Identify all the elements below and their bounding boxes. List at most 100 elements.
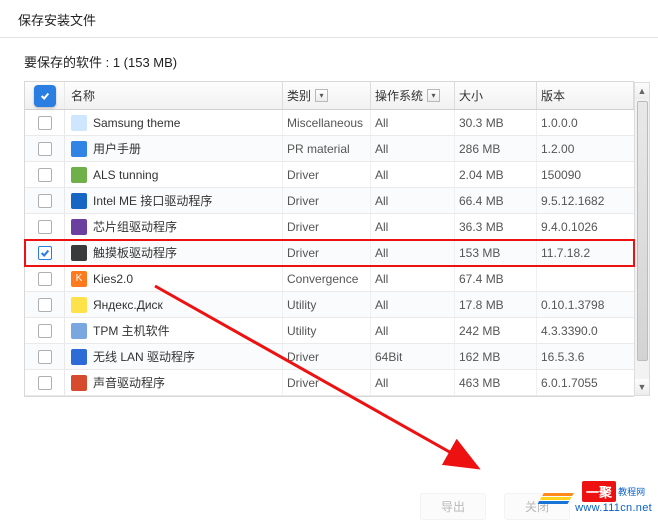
row-checkbox-cell[interactable] <box>25 214 65 239</box>
row-checkbox[interactable] <box>38 298 52 312</box>
cell-size: 66.4 MB <box>455 188 537 213</box>
cell-name: 触摸板驱动程序 <box>65 240 283 265</box>
cell-os: All <box>371 370 455 395</box>
row-checkbox[interactable] <box>38 350 52 364</box>
cell-category: Utility <box>283 318 371 343</box>
row-checkbox-cell[interactable] <box>25 240 65 265</box>
vertical-scrollbar[interactable]: ▲ ▼ <box>634 82 650 396</box>
watermark-url: www.111cn.net <box>575 502 652 514</box>
cell-os: 64Bit <box>371 344 455 369</box>
chevron-down-icon[interactable]: ▾ <box>315 89 328 102</box>
app-icon: K <box>71 271 87 287</box>
watermark-brand-suffix: 教程网 <box>618 485 645 498</box>
scroll-up-button[interactable]: ▲ <box>635 83 649 99</box>
header-os[interactable]: 操作系统 ▾ <box>371 82 455 109</box>
table-row[interactable]: 触摸板驱动程序DriverAll153 MB11.7.18.2 <box>25 240 634 266</box>
row-checkbox[interactable] <box>38 168 52 182</box>
app-icon <box>71 375 87 391</box>
scroll-thumb[interactable] <box>637 101 648 361</box>
header-name[interactable]: 名称 <box>65 82 283 109</box>
header-checkbox-cell[interactable] <box>25 82 65 109</box>
cell-category: Driver <box>283 344 371 369</box>
row-checkbox-cell[interactable] <box>25 110 65 135</box>
cell-category: Driver <box>283 240 371 265</box>
app-icon <box>71 141 87 157</box>
cell-name-text: TPM 主机软件 <box>93 322 170 339</box>
app-icon <box>71 245 87 261</box>
header-os-label: 操作系统 <box>375 87 423 104</box>
cell-category: Utility <box>283 292 371 317</box>
cell-os: All <box>371 214 455 239</box>
header-category[interactable]: 类别 ▾ <box>283 82 371 109</box>
subheader-summary: 要保存的软件 : 1 (153 MB) <box>0 38 658 81</box>
header-version[interactable]: 版本 <box>537 82 634 109</box>
cell-name: 无线 LAN 驱动程序 <box>65 344 283 369</box>
cell-name: 用户手册 <box>65 136 283 161</box>
cell-version: 1.0.0.0 <box>537 110 634 135</box>
header-category-label: 类别 <box>287 87 311 104</box>
cell-os: All <box>371 162 455 187</box>
app-icon <box>71 219 87 235</box>
scroll-down-button[interactable]: ▼ <box>635 379 649 395</box>
cell-os: All <box>371 136 455 161</box>
app-icon <box>71 167 87 183</box>
select-all-checkbox[interactable] <box>34 85 56 107</box>
row-checkbox[interactable] <box>38 194 52 208</box>
cell-size: 242 MB <box>455 318 537 343</box>
row-checkbox[interactable] <box>38 220 52 234</box>
cell-name-text: Яндекс.Диск <box>93 298 163 312</box>
row-checkbox[interactable] <box>38 376 52 390</box>
table-row[interactable]: 芯片组驱动程序DriverAll36.3 MB9.4.0.1026 <box>25 214 634 240</box>
cell-name-text: Samsung theme <box>93 116 180 130</box>
table-row[interactable]: ALS tunningDriverAll2.04 MB150090 <box>25 162 634 188</box>
cell-category: Convergence <box>283 266 371 291</box>
window-title: 保存安装文件 <box>0 0 658 35</box>
row-checkbox[interactable] <box>38 116 52 130</box>
table-row[interactable]: Samsung themeMiscellaneousAll30.3 MB1.0.… <box>25 110 634 136</box>
cell-size: 2.04 MB <box>455 162 537 187</box>
row-checkbox-cell[interactable] <box>25 188 65 213</box>
table-row[interactable]: TPM 主机软件UtilityAll242 MB4.3.3390.0 <box>25 318 634 344</box>
cell-os: All <box>371 240 455 265</box>
cell-name-text: Kies2.0 <box>93 272 133 286</box>
watermark-brand: 一聚 <box>582 481 616 502</box>
row-checkbox-cell[interactable] <box>25 370 65 395</box>
row-checkbox-cell[interactable] <box>25 162 65 187</box>
cell-category: Driver <box>283 214 371 239</box>
app-icon <box>71 349 87 365</box>
table-row[interactable]: 声音驱动程序DriverAll463 MB6.0.1.7055 <box>25 370 634 396</box>
cell-os: All <box>371 188 455 213</box>
cell-size: 30.3 MB <box>455 110 537 135</box>
table-row[interactable]: Яндекс.ДискUtilityAll17.8 MB0.10.1.3798 <box>25 292 634 318</box>
header-size-label: 大小 <box>459 87 483 104</box>
app-icon <box>71 193 87 209</box>
table-row[interactable]: 用户手册PR materialAll286 MB1.2.00 <box>25 136 634 162</box>
cell-name: Samsung theme <box>65 110 283 135</box>
cell-name: 芯片组驱动程序 <box>65 214 283 239</box>
table-row[interactable]: KKies2.0ConvergenceAll67.4 MB <box>25 266 634 292</box>
row-checkbox[interactable] <box>38 142 52 156</box>
row-checkbox[interactable] <box>38 324 52 338</box>
cell-version: 9.4.0.1026 <box>537 214 634 239</box>
cell-size: 67.4 MB <box>455 266 537 291</box>
cell-name-text: 无线 LAN 驱动程序 <box>93 348 195 365</box>
row-checkbox-cell[interactable] <box>25 344 65 369</box>
header-size[interactable]: 大小 <box>455 82 537 109</box>
export-button[interactable]: 导出 <box>420 493 486 520</box>
app-icon <box>71 323 87 339</box>
row-checkbox-cell[interactable] <box>25 136 65 161</box>
table-row[interactable]: 无线 LAN 驱动程序Driver64Bit162 MB16.5.3.6 <box>25 344 634 370</box>
table-header-row: 名称 类别 ▾ 操作系统 ▾ 大小 版本 <box>25 82 634 110</box>
chevron-down-icon[interactable]: ▾ <box>427 89 440 102</box>
watermark-stripes-icon <box>537 490 576 506</box>
cell-name-text: 用户手册 <box>93 140 141 157</box>
cell-version <box>537 266 634 291</box>
row-checkbox[interactable] <box>38 272 52 286</box>
row-checkbox[interactable] <box>38 246 52 260</box>
row-checkbox-cell[interactable] <box>25 266 65 291</box>
row-checkbox-cell[interactable] <box>25 318 65 343</box>
cell-name: Intel ME 接口驱动程序 <box>65 188 283 213</box>
cell-name-text: 芯片组驱动程序 <box>93 218 177 235</box>
row-checkbox-cell[interactable] <box>25 292 65 317</box>
table-row[interactable]: Intel ME 接口驱动程序DriverAll66.4 MB9.5.12.16… <box>25 188 634 214</box>
